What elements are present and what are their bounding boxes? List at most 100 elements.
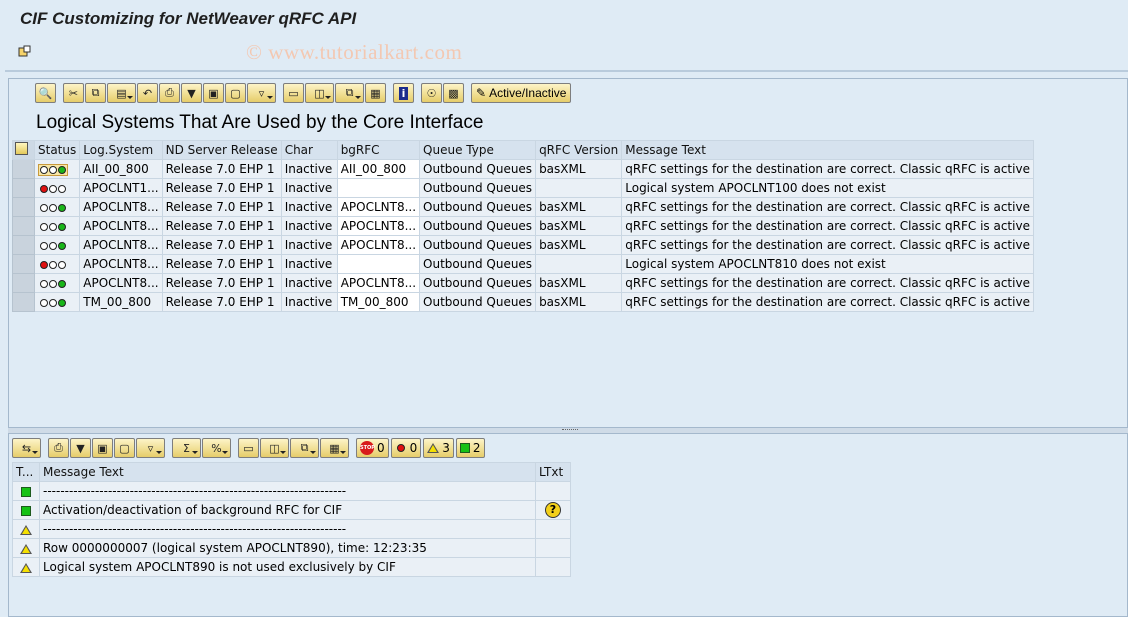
display-change-icon[interactable] xyxy=(18,45,32,59)
export-button[interactable]: ⧉ xyxy=(335,83,364,103)
stop-counter[interactable]: STOP 0 xyxy=(356,438,389,458)
long-text-cell[interactable]: ? xyxy=(535,500,571,520)
log-layout-button[interactable]: ▦ xyxy=(320,438,349,458)
release-cell: Release 7.0 EHP 1 xyxy=(161,292,282,312)
find-button[interactable]: ▣ xyxy=(203,83,224,103)
log-row[interactable]: ----------------------------------------… xyxy=(12,481,571,501)
log-row[interactable]: Activation/deactivation of background RF… xyxy=(12,500,571,520)
hierarchy-button[interactable]: ☉ xyxy=(421,83,442,103)
info-button[interactable]: i xyxy=(393,83,414,103)
log-row[interactable]: Logical system APOCLNT890 is not used ex… xyxy=(12,557,571,577)
row-selector[interactable] xyxy=(12,159,35,179)
col-header-message-text[interactable]: Message Text xyxy=(621,140,1034,160)
divider xyxy=(5,70,1128,72)
col-header-status[interactable]: Status xyxy=(33,140,81,160)
col-header-char[interactable]: Char xyxy=(280,140,338,160)
set-filter-button[interactable]: ▿ xyxy=(247,83,276,103)
warning-counter[interactable]: 3 xyxy=(423,438,454,458)
row-selector[interactable] xyxy=(12,273,35,293)
queue-type-cell: Outbound Queues xyxy=(419,216,537,236)
bgrfc-cell[interactable]: TM_00_800 xyxy=(336,292,421,312)
details-button[interactable]: 🔍 xyxy=(35,83,56,103)
print-preview-button[interactable]: ▭ xyxy=(283,83,304,103)
help-icon[interactable]: ? xyxy=(545,502,561,518)
col-header-queue-type[interactable]: Queue Type xyxy=(419,140,537,160)
log-print-button[interactable]: ⎙ xyxy=(48,438,69,458)
cut-button[interactable]: ✂ xyxy=(63,83,84,103)
log-toolbar: ⇆ ⎙ ▼ ▣ ▢ ▿ Σ % ▭ ◫ ⧉ ▦ STOP 0 0 3 2 xyxy=(12,437,487,459)
success-counter[interactable]: 2 xyxy=(455,438,485,458)
log-type-cell xyxy=(12,538,40,558)
row-selector[interactable] xyxy=(12,235,35,255)
filter-button[interactable]: ▼ xyxy=(181,83,202,103)
table-row[interactable]: APOCLNT1... Release 7.0 EHP 1 Inactive Outb… xyxy=(12,178,1034,198)
bgrfc-cell[interactable] xyxy=(336,254,421,274)
release-cell: Release 7.0 EHP 1 xyxy=(161,235,282,255)
bgrfc-cell[interactable] xyxy=(336,178,421,198)
table-row[interactable]: APOCLNT8... Release 7.0 EHP 1 Inactive Outb… xyxy=(12,254,1034,274)
save-layout-button[interactable]: ▩ xyxy=(443,83,464,103)
select-all-cell[interactable] xyxy=(12,140,35,160)
bgrfc-cell[interactable]: AII_00_800 xyxy=(336,159,421,179)
log-detail-button[interactable]: ⇆ xyxy=(12,438,41,458)
col-header-release[interactable]: ND Server Release xyxy=(161,140,282,160)
error-counter[interactable]: 0 xyxy=(390,438,422,458)
bgrfc-cell[interactable]: APOCLNT8... xyxy=(336,235,421,255)
bgrfc-cell[interactable]: APOCLNT8... xyxy=(336,216,421,236)
copy-button[interactable]: ⧉ xyxy=(85,83,106,103)
table-row[interactable]: APOCLNT8... Release 7.0 EHP 1 Inactive APOC… xyxy=(12,197,1034,217)
log-find-button[interactable]: ▣ xyxy=(92,438,113,458)
table-row[interactable]: TM_00_800 Release 7.0 EHP 1 Inactive TM_00_… xyxy=(12,292,1034,312)
col-header-log-message[interactable]: Message Text xyxy=(39,462,536,482)
log-row[interactable]: ----------------------------------------… xyxy=(12,519,571,539)
row-selector[interactable] xyxy=(12,178,35,198)
scissors-icon: ✂ xyxy=(68,86,79,100)
log-system-cell: APOCLNT8... xyxy=(79,216,163,236)
col-header-type[interactable]: T... xyxy=(12,462,40,482)
char-cell: Inactive xyxy=(280,254,338,274)
message-cell: Logical system APOCLNT810 does not exist xyxy=(621,254,1034,274)
subtotal-icon: % xyxy=(211,441,222,455)
alv-toolbar: 🔍 ✂ ⧉ ▤ ↶ ⎙ ▼ ▣ ▢ ▿ ▭ ◫ ⧉ ▦ i ☉ ▩ ✎ Acti… xyxy=(35,82,572,104)
log-row[interactable]: Row 0000000007 (logical system APOCLNT89… xyxy=(12,538,571,558)
log-subtotal-button[interactable]: % xyxy=(202,438,231,458)
document-icon: ▩ xyxy=(448,86,459,100)
row-selector[interactable] xyxy=(12,216,35,236)
col-header-bgrfc[interactable]: bgRFC xyxy=(336,140,421,160)
table-row[interactable]: APOCLNT8... Release 7.0 EHP 1 Inactive APOC… xyxy=(12,235,1034,255)
log-find-next-button[interactable]: ▢ xyxy=(114,438,135,458)
log-sum-button[interactable]: Σ xyxy=(172,438,201,458)
status-cell xyxy=(33,178,81,198)
table-row[interactable]: APOCLNT8... Release 7.0 EHP 1 Inactive APOC… xyxy=(12,273,1034,293)
copy-icon: ⧉ xyxy=(91,86,100,99)
log-message-cell: ----------------------------------------… xyxy=(39,519,536,539)
splitter-grip[interactable] xyxy=(562,429,578,431)
views-button[interactable]: ◫ xyxy=(305,83,334,103)
paste-button[interactable]: ▤ xyxy=(107,83,136,103)
active-inactive-button[interactable]: ✎ Active/Inactive xyxy=(471,83,572,103)
status-lights-icon xyxy=(38,221,68,233)
undo-button[interactable]: ↶ xyxy=(137,83,158,103)
print-button[interactable]: ⎙ xyxy=(159,83,180,103)
col-header-qrfc-version[interactable]: qRFC Version xyxy=(535,140,623,160)
row-selector[interactable] xyxy=(12,197,35,217)
bgrfc-cell[interactable]: APOCLNT8... xyxy=(336,273,421,293)
bgrfc-cell[interactable]: APOCLNT8... xyxy=(336,197,421,217)
log-filter-button[interactable]: ▼ xyxy=(70,438,91,458)
table-row[interactable]: AII_00_800 Release 7.0 EHP 1 Inactive AII_0… xyxy=(12,159,1034,179)
table-row[interactable]: APOCLNT8... Release 7.0 EHP 1 Inactive APOC… xyxy=(12,216,1034,236)
log-views-button[interactable]: ◫ xyxy=(260,438,289,458)
funnel-icon: ▿ xyxy=(258,86,265,100)
find-next-button[interactable]: ▢ xyxy=(225,83,246,103)
log-set-filter-button[interactable]: ▿ xyxy=(136,438,165,458)
col-header-ltxt[interactable]: LTxt xyxy=(535,462,571,482)
long-text-cell xyxy=(535,481,571,501)
warning-icon xyxy=(427,443,440,453)
grid-icon: ▦ xyxy=(370,86,381,100)
log-export-button[interactable]: ⧉ xyxy=(290,438,319,458)
col-header-log-system[interactable]: Log.System xyxy=(79,140,163,160)
log-print-preview-button[interactable]: ▭ xyxy=(238,438,259,458)
layout-button[interactable]: ▦ xyxy=(365,83,386,103)
row-selector[interactable] xyxy=(12,254,35,274)
row-selector[interactable] xyxy=(12,292,35,312)
